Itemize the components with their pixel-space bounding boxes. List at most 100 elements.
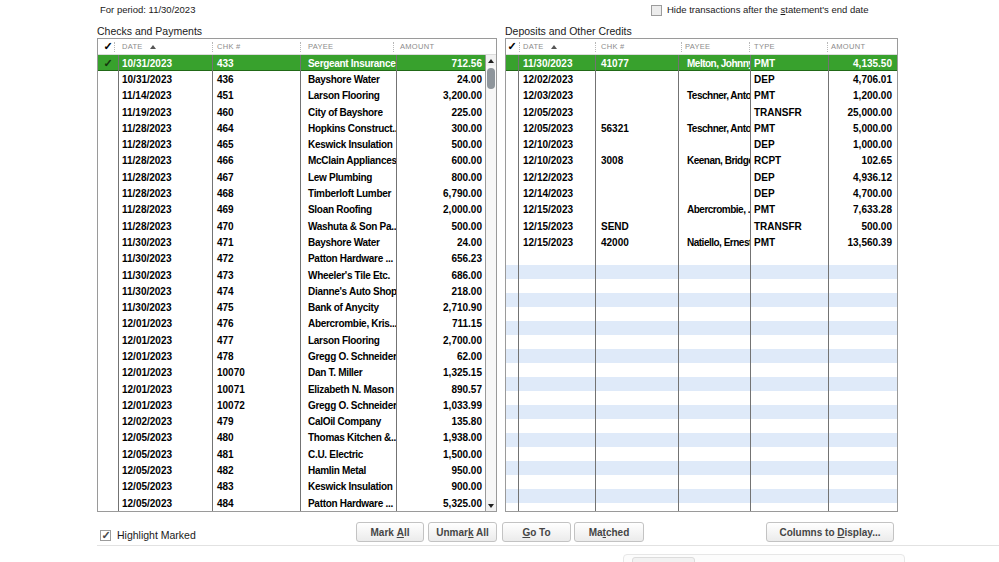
column-header-check[interactable]: ✓ bbox=[98, 39, 118, 54]
row-check-cell[interactable] bbox=[98, 446, 118, 462]
table-row[interactable]: 12/15/2023Abercrombie, ...PMT7,633.28 bbox=[506, 202, 897, 218]
table-row[interactable]: 12/12/2023DEP4,936.12 bbox=[506, 169, 897, 185]
row-check-cell[interactable] bbox=[98, 185, 118, 201]
column-header-payee[interactable]: PAYEE bbox=[300, 39, 333, 54]
table-row[interactable]: 11/28/2023469Sloan Roofing2,000.00 bbox=[98, 202, 485, 218]
table-row[interactable]: 11/28/2023467Lew Plumbing800.00 bbox=[98, 169, 485, 185]
row-check-cell[interactable] bbox=[98, 365, 118, 381]
table-row[interactable]: 12/01/202310071Elizabeth N. Mason890.57 bbox=[98, 381, 485, 397]
column-header-type[interactable]: TYPE bbox=[749, 39, 775, 54]
table-row[interactable]: 11/28/2023468Timberloft Lumber6,790.00 bbox=[98, 185, 485, 201]
table-row[interactable]: 12/01/2023477Larson Flooring2,700.00 bbox=[98, 332, 485, 348]
row-check-cell[interactable] bbox=[98, 251, 118, 267]
table-row[interactable]: 11/28/2023464Hopkins Construct...300.00 bbox=[98, 120, 485, 136]
row-check-cell[interactable] bbox=[506, 153, 518, 169]
table-row[interactable]: 12/05/2023483Keswick Insulation900.00 bbox=[98, 479, 485, 495]
row-check-cell[interactable] bbox=[506, 55, 518, 71]
row-check-cell[interactable] bbox=[98, 332, 118, 348]
table-row[interactable]: 12/02/2023479CalOil Company135.80 bbox=[98, 414, 485, 430]
row-check-cell[interactable] bbox=[98, 234, 118, 250]
table-row[interactable]: 12/14/2023DEP4,700.00 bbox=[506, 185, 897, 201]
row-check-cell[interactable] bbox=[98, 299, 118, 315]
table-row[interactable]: 12/05/2023484Patton Hardware ...5,325.00 bbox=[98, 495, 485, 511]
scroll-down-button[interactable] bbox=[486, 500, 496, 511]
row-check-cell[interactable] bbox=[98, 283, 118, 299]
row-check-cell[interactable] bbox=[98, 462, 118, 478]
vertical-scrollbar[interactable] bbox=[485, 55, 496, 511]
checkbox-box[interactable]: ✓ bbox=[100, 530, 111, 541]
table-row[interactable]: 12/10/20233008Keenan, Bridge...RCPT102.6… bbox=[506, 153, 897, 169]
row-check-cell[interactable] bbox=[98, 414, 118, 430]
row-check-cell[interactable] bbox=[98, 71, 118, 87]
table-row[interactable]: 12/15/202342000Natiello, Ernest...PMT13,… bbox=[506, 234, 897, 250]
column-header-amount[interactable]: AMOUNT bbox=[827, 39, 865, 54]
table-row[interactable]: 11/19/2023460City of Bayshore225.00 bbox=[98, 104, 485, 120]
table-row[interactable]: 12/01/2023476Abercrombie, Kris...711.15 bbox=[98, 316, 485, 332]
row-check-cell[interactable] bbox=[506, 71, 518, 87]
checkbox-box[interactable] bbox=[651, 5, 662, 16]
partial-bottom-button[interactable] bbox=[632, 557, 695, 562]
row-check-cell[interactable] bbox=[98, 218, 118, 234]
table-row[interactable]: 11/30/2023471Bayshore Water24.00 bbox=[98, 234, 485, 250]
row-check-cell[interactable] bbox=[98, 267, 118, 283]
mark-all-button[interactable]: Mark All bbox=[356, 522, 424, 542]
columns-to-display-button[interactable]: Columns to Display... bbox=[766, 522, 894, 542]
row-check-cell[interactable] bbox=[98, 88, 118, 104]
row-check-cell[interactable] bbox=[506, 120, 518, 136]
row-check-cell[interactable] bbox=[98, 430, 118, 446]
row-check-cell[interactable] bbox=[98, 381, 118, 397]
scrollbar-thumb[interactable] bbox=[487, 68, 495, 89]
scroll-up-button[interactable] bbox=[486, 55, 496, 66]
table-row[interactable]: 11/14/2023451Larson Flooring3,200.00 bbox=[98, 88, 485, 104]
table-row[interactable]: 10/31/2023436Bayshore Water24.00 bbox=[98, 71, 485, 87]
row-check-cell[interactable] bbox=[506, 234, 518, 250]
table-row[interactable]: 11/30/2023475Bank of Anycity2,710.90 bbox=[98, 299, 485, 315]
table-row[interactable]: 11/30/2023472Patton Hardware ...656.23 bbox=[98, 251, 485, 267]
row-check-cell[interactable] bbox=[506, 104, 518, 120]
table-row[interactable]: 11/30/2023473Wheeler's Tile Etc.686.00 bbox=[98, 267, 485, 283]
row-check-cell[interactable] bbox=[98, 316, 118, 332]
column-header-check[interactable]: ✓ bbox=[506, 39, 518, 54]
row-check-cell[interactable] bbox=[506, 185, 518, 201]
table-row[interactable]: 12/01/2023478Gregg O. Schneider62.00 bbox=[98, 348, 485, 364]
unmark-all-button[interactable]: Unmark All bbox=[428, 522, 497, 542]
table-row[interactable]: 12/01/202310070Dan T. Miller1,325.15 bbox=[98, 365, 485, 381]
column-header-chk[interactable]: CHK # bbox=[595, 39, 625, 54]
column-header-chk[interactable]: CHK # bbox=[212, 39, 241, 54]
row-check-cell[interactable] bbox=[98, 495, 118, 511]
table-row[interactable]: 12/15/2023SENDTRANSFR500.00 bbox=[506, 218, 897, 234]
matched-button[interactable]: Matched bbox=[574, 522, 644, 542]
row-check-cell[interactable] bbox=[506, 169, 518, 185]
table-row[interactable]: 12/05/2023480Thomas Kitchen &...1,938.00 bbox=[98, 430, 485, 446]
row-check-cell[interactable] bbox=[506, 202, 518, 218]
row-check-cell[interactable] bbox=[98, 153, 118, 169]
row-check-cell[interactable] bbox=[98, 348, 118, 364]
table-row[interactable]: 12/03/2023Teschner, Anto...PMT1,200.00 bbox=[506, 88, 897, 104]
table-row[interactable]: 11/30/2023474Dianne's Auto Shop218.00 bbox=[98, 283, 485, 299]
table-row[interactable]: 11/30/202341077Melton, Johnny...PMT4,135… bbox=[506, 55, 897, 71]
row-check-cell[interactable] bbox=[98, 136, 118, 152]
row-check-cell[interactable] bbox=[98, 120, 118, 136]
table-row[interactable]: 11/28/2023465Keswick Insulation500.00 bbox=[98, 136, 485, 152]
row-check-cell[interactable] bbox=[98, 169, 118, 185]
table-row[interactable]: 12/05/2023TRANSFR25,000.00 bbox=[506, 104, 897, 120]
go-to-button[interactable]: Go To bbox=[502, 522, 571, 542]
column-header-date[interactable]: DATE bbox=[518, 39, 595, 54]
row-check-cell[interactable] bbox=[98, 202, 118, 218]
table-row[interactable]: 11/28/2023466McClain Appliances600.00 bbox=[98, 153, 485, 169]
row-check-cell[interactable] bbox=[506, 218, 518, 234]
table-row[interactable]: 12/05/202356321Teschner, Anto...PMT5,000… bbox=[506, 120, 897, 136]
table-row[interactable]: 12/01/202310072Gregg O. Schneider1,033.9… bbox=[98, 397, 485, 413]
table-row[interactable]: 11/28/2023470Washuta & Son Pa...500.00 bbox=[98, 218, 485, 234]
table-row[interactable]: ✓10/31/2023433Sergeant Insurance712.56 bbox=[98, 55, 485, 71]
table-row[interactable]: 12/10/2023DEP1,000.00 bbox=[506, 136, 897, 152]
row-check-cell[interactable] bbox=[98, 397, 118, 413]
column-header-date[interactable]: DATE bbox=[118, 39, 212, 54]
table-row[interactable]: 12/05/2023482Hamlin Metal950.00 bbox=[98, 462, 485, 478]
row-check-cell[interactable] bbox=[506, 136, 518, 152]
table-row[interactable]: 12/05/2023481C.U. Electric1,500.00 bbox=[98, 446, 485, 462]
highlight-marked-checkbox[interactable]: ✓ Highlight Marked bbox=[100, 529, 196, 541]
row-check-cell[interactable] bbox=[98, 479, 118, 495]
hide-transactions-checkbox[interactable]: Hide transactions after the statement's … bbox=[651, 4, 868, 16]
column-header-payee[interactable]: PAYEE bbox=[681, 39, 710, 54]
